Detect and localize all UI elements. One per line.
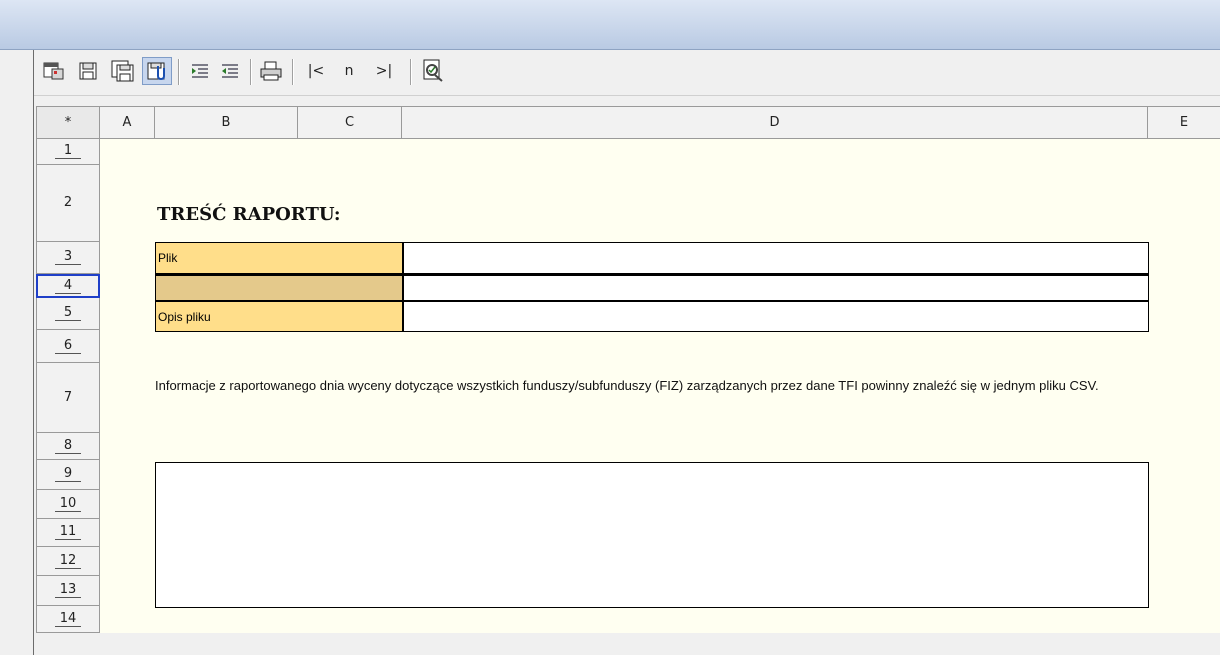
column-header-d[interactable]: D [402, 106, 1148, 139]
first-record-button[interactable]: |< [298, 57, 334, 85]
row-number: 11 [55, 525, 81, 540]
notes-textarea[interactable] [155, 462, 1149, 608]
row-header[interactable]: 11 [36, 519, 100, 547]
record-n-button[interactable]: n [334, 57, 364, 85]
row-header[interactable]: 6 [36, 330, 100, 363]
row-number: 10 [55, 496, 81, 512]
row-number: 3 [55, 250, 81, 265]
indent-icon[interactable] [216, 57, 244, 85]
row4-input[interactable] [404, 276, 1148, 300]
row-number: 13 [55, 583, 81, 598]
row-header[interactable]: 5 [36, 298, 100, 330]
row-header[interactable]: 3 [36, 242, 100, 274]
row-number: 4 [55, 278, 81, 294]
row-header[interactable]: 14 [36, 606, 100, 633]
report-title: TREŚĆ RAPORTU: [157, 204, 341, 225]
row-header[interactable]: 12 [36, 547, 100, 576]
row-number: 5 [55, 306, 81, 321]
toolbar: |< n >| [34, 51, 1220, 96]
row-number: 12 [55, 553, 81, 569]
row-header[interactable]: 1 [36, 139, 100, 165]
bottom-area [34, 633, 1220, 655]
validate-icon[interactable] [418, 57, 448, 85]
row-number: 14 [55, 611, 81, 627]
toolbar-separator [178, 59, 180, 85]
opis-pliku-label: Opis pliku [156, 302, 402, 331]
plik-input[interactable] [404, 243, 1148, 273]
row-header[interactable]: 8 [36, 433, 100, 460]
print-icon[interactable] [256, 57, 286, 85]
toolbar-separator [292, 59, 294, 85]
row-header[interactable]: 9 [36, 460, 100, 490]
row4-label [156, 276, 402, 300]
row-number: 1 [55, 144, 81, 159]
row-number: 2 [63, 195, 73, 210]
row-number: 8 [55, 438, 81, 454]
column-header-b[interactable]: B [155, 106, 298, 139]
column-header-c[interactable]: C [298, 106, 402, 139]
column-header-a[interactable]: A [100, 106, 155, 139]
row-header[interactable]: 7 [36, 363, 100, 433]
row-number: 7 [63, 389, 73, 405]
toolbar-separator [410, 59, 412, 85]
opis-pliku-input[interactable] [404, 302, 1148, 331]
row-number: 6 [55, 338, 81, 354]
column-header-e[interactable]: E [1148, 106, 1220, 139]
row-header[interactable]: 10 [36, 490, 100, 519]
toolbar-separator [250, 59, 252, 85]
save-all-icon[interactable] [108, 57, 138, 85]
info-text: Informacje z raportowanego dnia wyceny d… [155, 378, 1099, 393]
properties-icon[interactable] [40, 57, 68, 85]
form-table: Plik Opis pliku [155, 242, 1149, 332]
select-all-corner[interactable]: * [36, 106, 100, 139]
row-header-selected[interactable]: 4 [36, 274, 100, 298]
window-title-bar [0, 0, 1220, 50]
left-border [33, 50, 34, 655]
row-header[interactable]: 2 [36, 165, 100, 242]
row-header[interactable]: 13 [36, 576, 100, 606]
last-record-button[interactable]: >| [364, 57, 404, 85]
row-number: 9 [55, 467, 81, 482]
outdent-icon[interactable] [186, 57, 214, 85]
attach-icon[interactable] [142, 57, 172, 85]
save-icon[interactable] [74, 57, 102, 85]
plik-label: Plik [156, 243, 402, 273]
